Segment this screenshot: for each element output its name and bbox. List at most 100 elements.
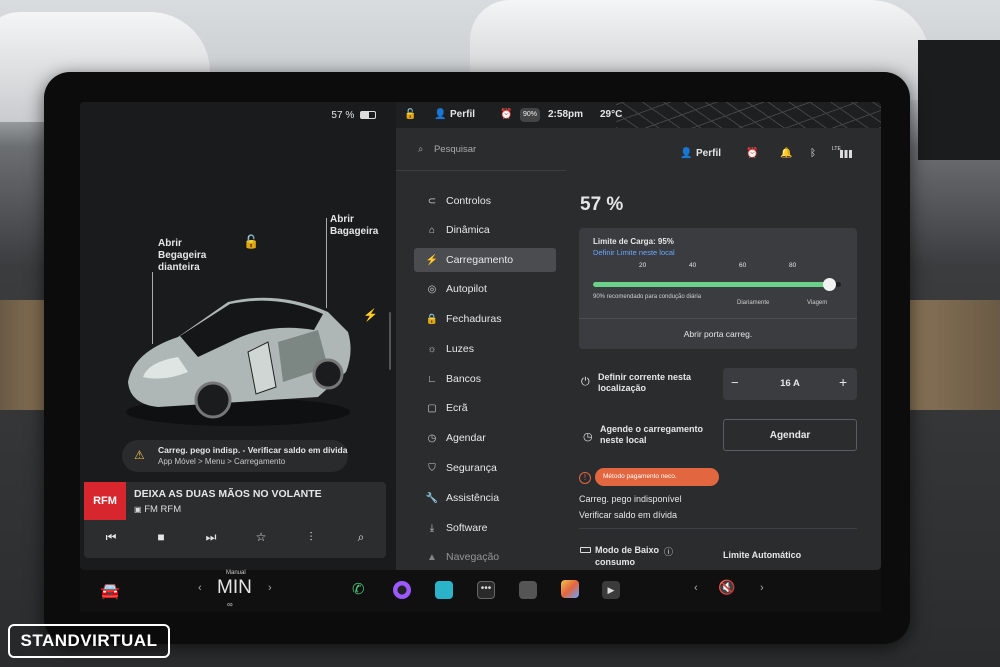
- alert-title: Carreg. pego indisp. - Verificar saldo e…: [158, 445, 348, 455]
- car-icon[interactable]: 🚘: [100, 581, 120, 601]
- climate-mode[interactable]: MIN: [217, 577, 252, 599]
- nav-label: Software: [446, 522, 488, 534]
- check-debt-text: Verificar saldo em dívida: [579, 510, 678, 520]
- settings-panel: 🔓 👤 Perfil ⏰ 90% 2:58pm 29°C ⌕ Pesquisar…: [396, 102, 881, 570]
- charge-limit-label: Limite de Carga: 95%: [593, 237, 674, 246]
- theater-icon[interactable]: ▶: [602, 581, 620, 599]
- nav-label: Carregamento: [446, 254, 514, 266]
- low-power-battery-icon: [580, 547, 591, 553]
- nav-label: Bancos: [446, 373, 482, 385]
- chevron-left-icon[interactable]: ‹: [198, 582, 202, 594]
- seat-icon: ∟: [427, 373, 437, 385]
- search-input[interactable]: Pesquisar: [434, 144, 476, 155]
- top-status-bar: 🔓 👤 Perfil ⏰ 90% 2:58pm 29°C: [396, 102, 881, 128]
- nav-item-display[interactable]: ▢ Ecrã: [414, 396, 556, 420]
- info-icon[interactable]: ⓘ: [664, 545, 673, 558]
- camera-icon[interactable]: [393, 581, 411, 599]
- divider: [579, 528, 857, 529]
- open-trunk-button[interactable]: Abrir Bagageira: [330, 214, 378, 238]
- equalizer-icon[interactable]: ⫶: [296, 530, 326, 545]
- bluetooth-icon[interactable]: ᛒ: [810, 148, 816, 159]
- divider: [396, 170, 566, 171]
- panel-scrollbar[interactable]: [389, 312, 391, 370]
- profile-icon[interactable]: 👤: [434, 109, 446, 120]
- current-label: Definir corrente nesta localização: [598, 372, 692, 393]
- daily-label: Diariamente: [737, 300, 770, 306]
- nav-item-controls[interactable]: ⊂ Controlos: [414, 189, 556, 213]
- lock-icon: 🔒: [425, 313, 439, 325]
- lock-status-icon[interactable]: 🔓: [404, 109, 416, 120]
- nav-item-software[interactable]: ⤓ Software: [414, 516, 556, 540]
- nav-item-dynamics[interactable]: ⌂ Dinâmica: [414, 218, 556, 242]
- favorite-star-icon[interactable]: ☆: [246, 530, 276, 544]
- stop-icon[interactable]: ■: [146, 530, 176, 544]
- nav-item-seats[interactable]: ∟ Bancos: [414, 367, 556, 391]
- nav-label: Fechaduras: [446, 313, 502, 325]
- nav-item-schedule[interactable]: ◷ Agendar: [414, 426, 556, 450]
- current-value: 16 A: [780, 378, 800, 389]
- nav-item-safety[interactable]: ⛉ Segurança: [414, 456, 556, 480]
- bell-icon[interactable]: 🔔: [780, 148, 792, 159]
- alarm-icon[interactable]: ⏰: [500, 109, 512, 120]
- nav-item-locks[interactable]: 🔒 Fechaduras: [414, 307, 556, 331]
- nav-item-navigation[interactable]: ▲ Navegação: [414, 545, 556, 569]
- sun-icon: ☼: [427, 343, 437, 355]
- nav-label: Dinâmica: [446, 224, 490, 236]
- search-icon[interactable]: ⌕: [346, 530, 376, 545]
- tick-60: 60: [739, 262, 747, 269]
- toybox-icon[interactable]: [519, 581, 537, 599]
- warning-icon: ⚠: [134, 448, 145, 462]
- header-profile-label[interactable]: Perfil: [696, 148, 721, 159]
- radio-icon: ▣: [134, 505, 142, 514]
- increase-current-button[interactable]: +: [839, 374, 847, 390]
- alarm-icon[interactable]: ⏰: [746, 148, 758, 159]
- recommended-text: 90% recomendado para condução diária: [593, 294, 702, 300]
- open-charge-port-button[interactable]: Abrir porta carreg.: [579, 329, 857, 339]
- low-power-mode-label: Modo de Baixo: [595, 545, 660, 555]
- error-icon: !: [579, 472, 591, 484]
- nav-item-service[interactable]: 🔧 Assistência: [414, 486, 556, 510]
- nav-label: Controlos: [446, 195, 491, 207]
- tick-80: 80: [789, 262, 797, 269]
- search-icon: ⌕: [418, 144, 424, 155]
- charge-limit-handle[interactable]: [822, 278, 836, 291]
- outside-temperature: 29°C: [600, 109, 623, 120]
- nav-label: Segurança: [446, 462, 497, 474]
- mute-icon[interactable]: 🔇: [718, 579, 735, 596]
- charge-limit-slider[interactable]: [593, 278, 841, 291]
- unlock-icon[interactable]: 🔓: [243, 234, 259, 250]
- alexa-icon[interactable]: [435, 581, 453, 599]
- bottom-dock: 🚘 ‹ Manual MIN ∞ › ✆ ••• ▶ ‹ 🔇 ›: [80, 570, 881, 612]
- schedule-label: Agende o carregamento neste local: [600, 424, 704, 445]
- wrench-icon: 🔧: [425, 492, 439, 504]
- schedule-button[interactable]: Agendar: [723, 419, 857, 451]
- nav-item-autopilot[interactable]: ◎ Autopilot: [414, 277, 556, 301]
- chevron-right-icon[interactable]: ›: [760, 582, 764, 594]
- arcade-icon[interactable]: [561, 580, 579, 598]
- set-limit-link[interactable]: Definir Limite neste local: [593, 248, 675, 257]
- search-bar[interactable]: ⌕ Pesquisar: [418, 144, 476, 155]
- next-track-icon[interactable]: ⏭: [196, 530, 226, 545]
- media-title: DEIXA AS DUAS MÃOS NO VOLANTE: [134, 488, 322, 500]
- nav-label: Autopilot: [446, 283, 487, 295]
- current-stepper: − 16 A +: [723, 368, 857, 400]
- nav-item-charging[interactable]: ⚡ Carregamento: [414, 248, 556, 272]
- trip-label: Viagem: [807, 300, 828, 306]
- payment-error-pill[interactable]: Método pagamento neco.: [595, 468, 719, 486]
- previous-track-icon[interactable]: ⏮: [96, 530, 126, 545]
- open-frunk-button[interactable]: Abrir Begageira dianteira: [158, 238, 206, 274]
- auto-limit-label: Limite Automático: [723, 550, 802, 560]
- charge-port-bolt-icon[interactable]: ⚡: [363, 308, 378, 322]
- chevron-right-icon[interactable]: ›: [268, 582, 272, 594]
- chevron-left-icon[interactable]: ‹: [694, 582, 698, 594]
- phone-icon[interactable]: ✆: [352, 580, 365, 598]
- screen-icon: ▢: [427, 402, 437, 414]
- top-profile-label[interactable]: Perfil: [450, 109, 475, 120]
- charging-alert[interactable]: ⚠ Carreg. pego indisp. - Verificar saldo…: [122, 440, 348, 472]
- more-apps-icon[interactable]: •••: [477, 581, 495, 599]
- nav-item-lights[interactable]: ☼ Luzes: [414, 337, 556, 361]
- shield-icon: ⛉: [428, 462, 436, 474]
- profile-icon[interactable]: 👤: [680, 148, 692, 159]
- steering-icon: ◎: [427, 283, 437, 295]
- media-controls: ⏮ ■ ⏭ ☆ ⫶ ⌕: [84, 530, 386, 548]
